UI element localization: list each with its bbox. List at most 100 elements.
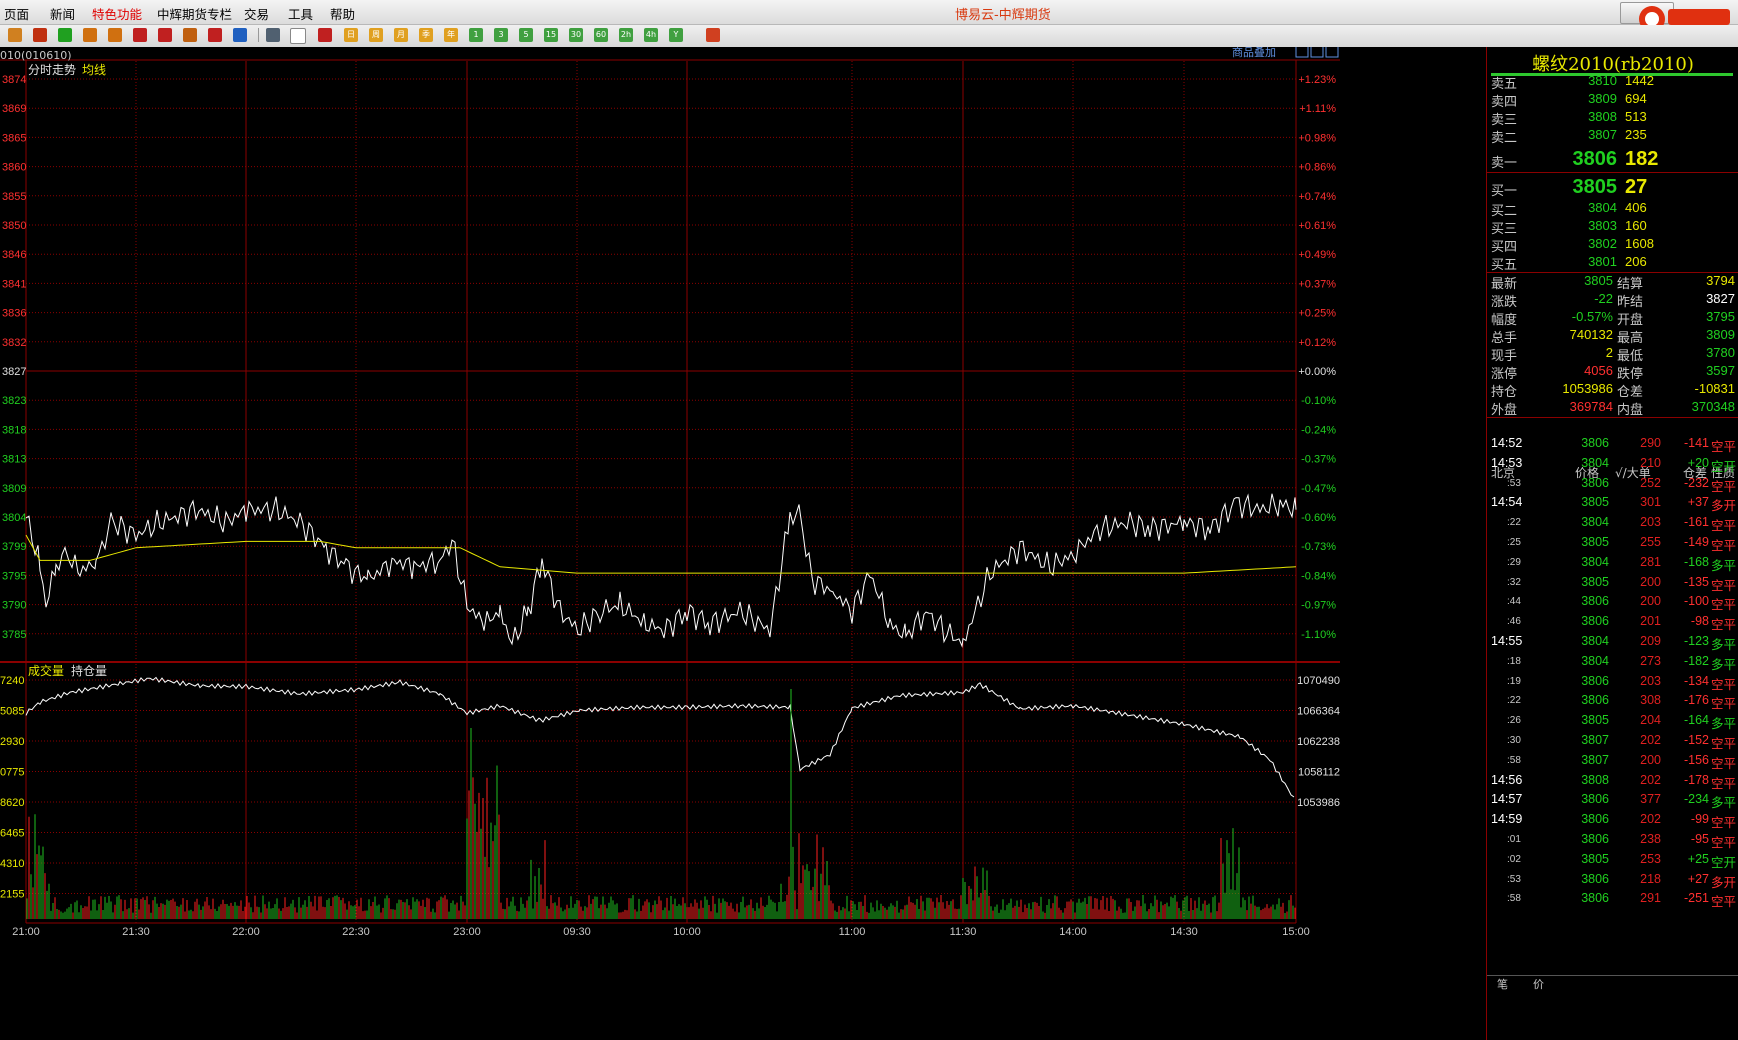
quote-panel: 螺纹2010(rb2010) 卖五 3810 1442 卖四 3809 694 卖三 3808… xyxy=(1486,47,1738,1040)
tick-time: 14:53 xyxy=(1491,455,1523,470)
period-button-4[interactable]: 年 xyxy=(444,28,458,42)
period-button-11[interactable]: 2h xyxy=(619,28,633,42)
tick-row[interactable]: 14:52 3806 290 -141 空平 xyxy=(1487,436,1738,456)
table-icon[interactable] xyxy=(266,28,280,42)
kline-icon[interactable] xyxy=(318,28,332,42)
tick-row[interactable]: 14:57 3806 377 -234 多平 xyxy=(1487,792,1738,812)
tick-row[interactable]: 14:56 3808 202 -178 空平 xyxy=(1487,773,1738,793)
tick-row[interactable]: :18 3804 273 -182 多平 xyxy=(1487,654,1738,674)
tick-row[interactable]: 14:55 3804 209 -123 多平 xyxy=(1487,634,1738,654)
stat-value: 3780 xyxy=(1706,345,1735,360)
stat-row: 涨跌 -22 昨结 3827 xyxy=(1487,291,1738,310)
tick-row[interactable]: :32 3805 200 -135 空平 xyxy=(1487,575,1738,595)
tick-row[interactable]: :30 3807 202 -152 空平 xyxy=(1487,733,1738,753)
menu-item-1[interactable]: 新闻 xyxy=(50,4,75,23)
bid-row[interactable]: 买三 3803 160 xyxy=(1487,218,1738,237)
tick-nature: 空平 xyxy=(1711,597,1737,613)
ask-row[interactable]: 卖四 3809 694 xyxy=(1487,91,1738,110)
period-button-12[interactable]: 4h xyxy=(644,28,658,42)
save-icon[interactable] xyxy=(33,28,47,42)
bid-row[interactable]: 买一 3805 27 xyxy=(1487,176,1738,199)
price-tick-label: 3865 xyxy=(2,132,26,144)
menu-item-5[interactable]: 工具 xyxy=(288,4,313,23)
period-button-7[interactable]: 5 xyxy=(519,28,533,42)
zoom-in-icon[interactable] xyxy=(83,28,97,42)
stat-label: 结算 xyxy=(1617,277,1644,292)
tick-row[interactable]: 14:54 3805 301 +37 多开 xyxy=(1487,495,1738,515)
tick-row[interactable]: :26 3805 204 -164 多平 xyxy=(1487,713,1738,733)
window-icon[interactable] xyxy=(133,28,147,42)
tick-price: 3804 xyxy=(1581,554,1609,569)
tick-price: 3806 xyxy=(1581,832,1609,846)
tick-row[interactable]: :58 3807 200 -156 空平 xyxy=(1487,753,1738,773)
intraday-icon[interactable] xyxy=(290,28,306,44)
menu-item-3[interactable]: 中辉期货专栏 xyxy=(157,4,232,23)
tick-row[interactable]: :02 3805 253 +25 空开 xyxy=(1487,852,1738,872)
tab-prices[interactable]: 价 xyxy=(1533,976,1544,992)
tick-row[interactable]: :29 3804 281 -168 多平 xyxy=(1487,555,1738,575)
period-button-6[interactable]: 3 xyxy=(494,28,508,42)
stat-value: 3597 xyxy=(1706,363,1735,378)
period-button-1[interactable]: 周 xyxy=(369,28,383,42)
bid-label: 买五 xyxy=(1491,258,1518,273)
menu-item-6[interactable]: 帮助 xyxy=(330,4,355,23)
tick-nature: 多平 xyxy=(1711,656,1737,672)
tick-row[interactable]: 14:53 3804 210 +20 空开 xyxy=(1487,456,1738,476)
bell-icon[interactable] xyxy=(183,28,197,42)
tick-volume: 238 xyxy=(1640,832,1661,846)
bid-row[interactable]: 买四 3802 1608 xyxy=(1487,236,1738,255)
pen-icon[interactable] xyxy=(158,28,172,42)
tick-row[interactable]: :58 3806 291 -251 空平 xyxy=(1487,891,1738,911)
period-button-10[interactable]: 60 xyxy=(594,28,608,42)
tick-row[interactable]: :53 3806 252 -232 空平 xyxy=(1487,476,1738,496)
tick-row[interactable]: :25 3805 255 -149 空平 xyxy=(1487,535,1738,555)
contract-code: 010(010610) xyxy=(0,49,72,62)
refresh-icon[interactable] xyxy=(58,28,72,42)
period-button-3[interactable]: 季 xyxy=(419,28,433,42)
bid-row[interactable]: 买二 3804 406 xyxy=(1487,200,1738,219)
tick-row[interactable]: :01 3806 238 -95 空平 xyxy=(1487,832,1738,852)
period-button-0[interactable]: 日 xyxy=(344,28,358,42)
bid-row[interactable]: 买五 3801 206 xyxy=(1487,254,1738,273)
time-tick-label: 11:00 xyxy=(839,926,866,938)
magnet-icon[interactable] xyxy=(208,28,222,42)
new-icon[interactable] xyxy=(233,28,247,42)
period-button-8[interactable]: 15 xyxy=(544,28,558,42)
tick-nature: 多开 xyxy=(1711,874,1737,890)
period-button-13[interactable]: Y xyxy=(669,28,683,42)
tick-row[interactable]: :46 3806 201 -98 空平 xyxy=(1487,614,1738,634)
bid-volume: 406 xyxy=(1625,200,1647,215)
period-button-9[interactable]: 30 xyxy=(569,28,583,42)
menu-item-4[interactable]: 交易 xyxy=(244,4,269,23)
period-button-2[interactable]: 月 xyxy=(394,28,408,42)
intraday-chart[interactable]: 3874 +1.23% 3869 +1.11% 3865 +0.98% 3860 +0.86%… xyxy=(0,47,1486,1040)
stat-row: 外盘 369784 内盘 370348 xyxy=(1487,399,1738,418)
tick-volume: 218 xyxy=(1640,871,1661,886)
calendar-icon[interactable] xyxy=(706,28,720,42)
zoom-out-icon[interactable] xyxy=(108,28,122,42)
overlay-button[interactable]: 商品叠加 xyxy=(1232,47,1276,59)
ask-row[interactable]: 卖三 3808 513 xyxy=(1487,109,1738,128)
menu-item-2[interactable]: 特色功能 xyxy=(92,4,142,23)
pct-tick-label: -0.73% xyxy=(1301,541,1336,553)
tick-time: :25 xyxy=(1507,537,1521,548)
tick-row[interactable]: :22 3804 203 -161 空平 xyxy=(1487,515,1738,535)
ask-row[interactable]: 卖二 3807 235 xyxy=(1487,127,1738,146)
tab-trades[interactable]: 笔 xyxy=(1497,976,1508,992)
stat-label: 总手 xyxy=(1491,331,1518,346)
tick-row[interactable]: :19 3806 203 -134 空平 xyxy=(1487,674,1738,694)
menu-bar: 页面 新闻 特色功能 中辉期货专栏 交易 工具 帮助 博易云-中辉期货 xyxy=(0,0,1738,25)
bid-price: 3804 xyxy=(1588,200,1617,215)
open-icon[interactable] xyxy=(8,28,22,42)
tick-row[interactable]: :44 3806 200 -100 空平 xyxy=(1487,594,1738,614)
ask-row[interactable]: 卖五 3810 1442 xyxy=(1487,73,1738,92)
tick-row[interactable]: :53 3806 218 +27 多开 xyxy=(1487,872,1738,892)
tick-row[interactable]: 14:59 3806 202 -99 空平 xyxy=(1487,812,1738,832)
period-button-5[interactable]: 1 xyxy=(469,28,483,42)
tick-nature: 空开 xyxy=(1711,458,1737,474)
tick-row[interactable]: :22 3806 308 -176 空平 xyxy=(1487,693,1738,713)
menu-item-0[interactable]: 页面 xyxy=(4,4,29,23)
tick-volume: 290 xyxy=(1640,436,1661,450)
tick-volume: 202 xyxy=(1640,772,1661,787)
ask-row[interactable]: 卖一 3806 182 xyxy=(1487,148,1738,171)
